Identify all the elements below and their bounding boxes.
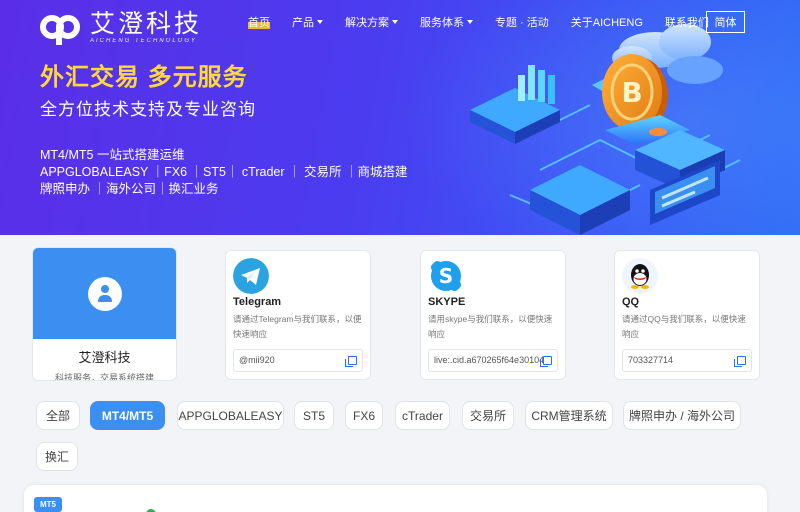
profile-name: 艾澄科技 [78,350,131,365]
filter-tab-exchange-currency[interactable]: 换汇 [36,442,78,471]
contact-value-field[interactable]: live:.cid.a670265f64e30104 [428,349,558,372]
brand-name: 艾澄科技 [90,9,203,38]
nav-home[interactable]: 首页 [248,14,270,30]
hero-illustration: B [470,24,741,235]
product-panel: MT5 [24,485,767,512]
contact-card-telegram: Telegram 请通过Telegram与我们联系，以便快速响应 @mii920 [225,250,371,380]
contact-value-field[interactable]: @mii920 [233,349,363,372]
brand-tagline: AICHENG TECHNOLOGY [90,38,198,44]
nav-about[interactable]: 关于AICHENG [571,14,643,30]
chevron-down-icon [467,20,473,24]
svg-text:B: B [621,76,642,109]
hero-subtitle: 全方位技术支持及专业咨询 [40,100,256,119]
qq-icon [622,258,658,294]
main-nav: 首页 产品 解决方案 服务体系 专题 · 活动 关于AICHENG 联系我们 [248,11,731,33]
copy-icon[interactable] [540,356,552,367]
mt5-badge: MT5 [34,497,62,512]
brand-logo[interactable]: 艾澄科技 AICHENG TECHNOLOGY [40,9,203,45]
contact-card-skype: S SKYPE 请用skype与我们联系，以便快速响应 live:.cid.a6… [420,250,566,380]
chevron-down-icon [392,20,398,24]
contact-card-qq: QQ 请通过QQ与我们联系，以便快速响应 703327714 [614,250,760,380]
filter-tab-appglobaleasy[interactable]: APPGLOBALEASY [177,401,284,430]
hero-line-3: 牌照申办 ｜海外公司｜换汇业务 [40,182,219,196]
contact-value-field[interactable]: 703327714 [622,349,752,372]
profile-card[interactable]: 艾澄科技 科技服务，交易系统搭建 [32,247,177,381]
copy-icon[interactable] [734,356,746,367]
filter-tab-fx6[interactable]: FX6 [345,401,383,430]
contact-desc: 请用skype与我们联系，以便快速响应 [428,314,553,339]
hero-title: 外汇交易 多元服务 [40,64,248,91]
filter-tab-exchange[interactable]: 交易所 [462,401,514,430]
filter-tab-license[interactable]: 牌照申办 / 海外公司 [623,401,741,430]
chevron-down-icon [317,20,323,24]
filter-tab-st5[interactable]: ST5 [294,401,334,430]
nav-solutions[interactable]: 解决方案 [345,14,398,30]
contact-desc: 请通过QQ与我们联系，以便快速响应 [622,314,746,339]
nav-products[interactable]: 产品 [292,14,323,30]
filter-tab-all[interactable]: 全部 [36,401,80,430]
nav-topics[interactable]: 专题 · 活动 [495,14,549,30]
language-button[interactable]: 简体 [706,11,745,33]
nav-services[interactable]: 服务体系 [420,14,473,30]
filter-tab-ctrader[interactable]: cTrader [395,401,450,430]
hero-banner: B 艾澄科技 AICHENG TECHNOLOGY 首页 产品 解决方案 服务体… [0,0,800,235]
svg-text:S: S [439,264,453,288]
profile-desc: 科技服务，交易系统搭建 [54,373,154,381]
user-icon [87,276,122,311]
contact-title: SKYPE [428,296,466,308]
contact-title: QQ [622,296,640,308]
contact-desc: 请通过Telegram与我们联系，以便快速响应 [233,314,362,339]
filter-tab-mt4-mt5[interactable]: MT4/MT5 [90,401,165,430]
skype-icon: S [428,258,464,294]
telegram-icon [233,258,269,294]
filter-tab-crm[interactable]: CRM管理系统 [525,401,613,430]
nav-contact[interactable]: 联系我们 [665,14,709,30]
contact-title: Telegram [233,296,282,308]
logo-icon [40,11,82,45]
copy-icon[interactable] [345,356,357,367]
profile-banner [33,248,176,339]
